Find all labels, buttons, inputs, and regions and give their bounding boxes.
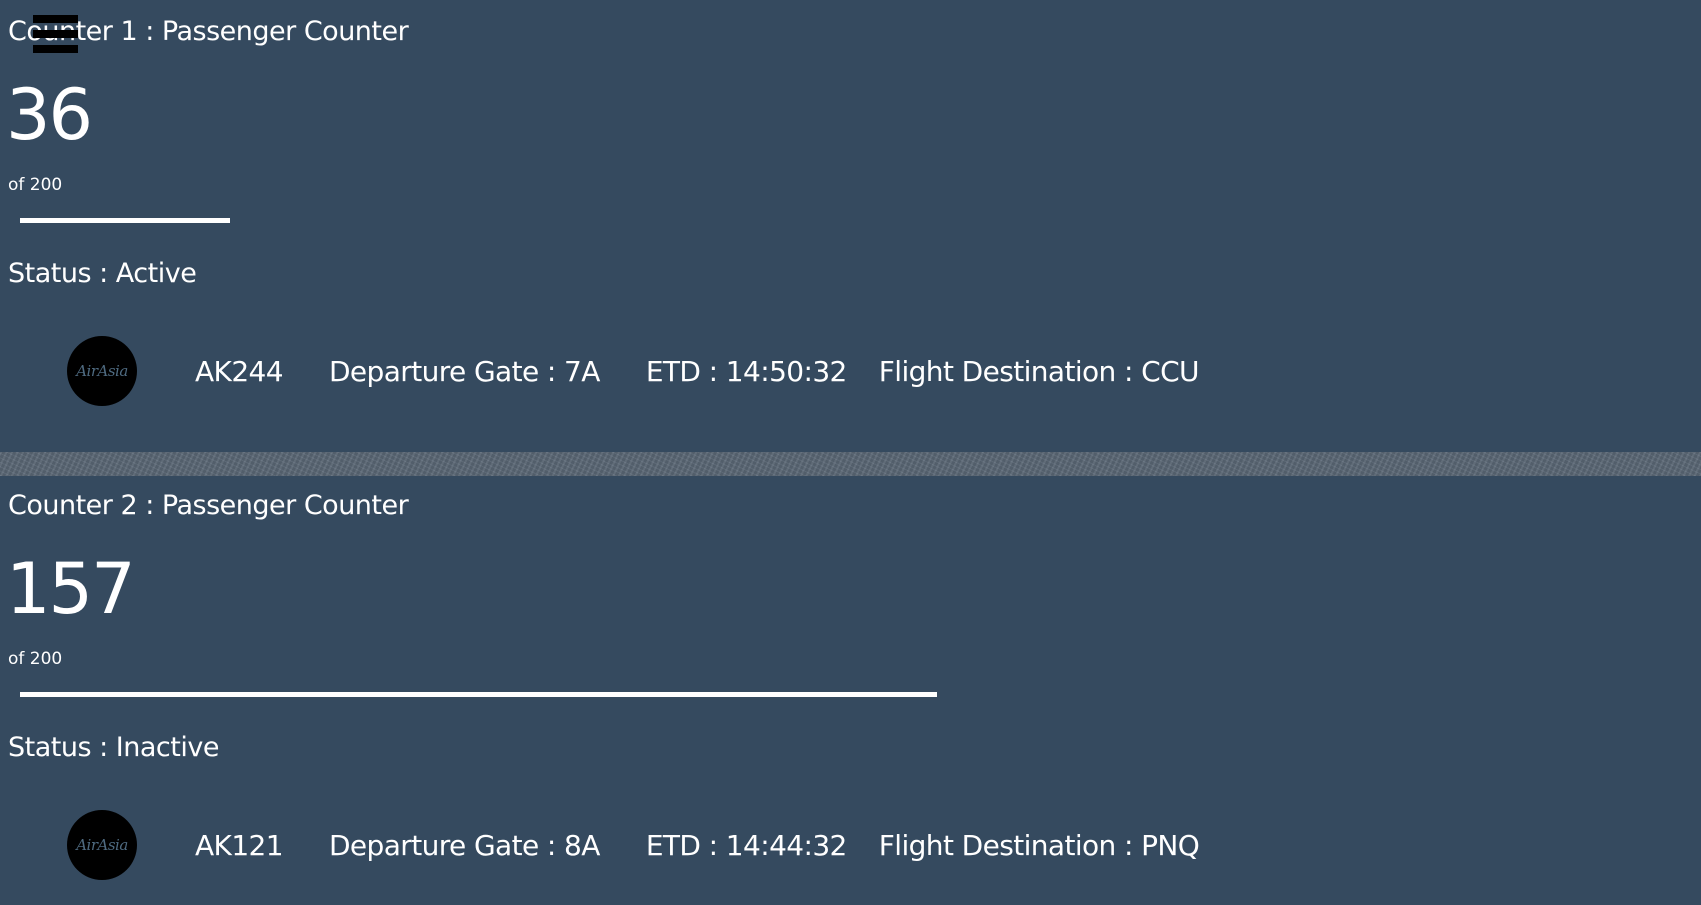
- progress-fill: [20, 218, 231, 223]
- flight-destination: Flight Destination : CCU: [878, 354, 1200, 388]
- airasia-logo: AirAsia: [67, 810, 137, 880]
- etd-time: ETD : 14:50:32: [645, 354, 848, 388]
- menu-bar-middle: [33, 30, 78, 38]
- status-label: Status : Active: [8, 258, 197, 289]
- capacity-label: of 200: [8, 175, 63, 195]
- passenger-progress-bar: [20, 692, 1188, 697]
- menu-bar-bottom: [33, 45, 78, 53]
- etd-time: ETD : 14:44:32: [645, 828, 848, 862]
- progress-fill: [20, 692, 937, 697]
- flight-info-row: AirAsia AK244 Departure Gate : 7A ETD : …: [67, 336, 1200, 406]
- departure-gate: Departure Gate : 7A: [328, 354, 600, 388]
- passenger-progress-bar: [20, 218, 1188, 223]
- departure-gate: Departure Gate : 8A: [328, 828, 600, 862]
- passenger-count: 36: [6, 74, 93, 156]
- panel-divider: [0, 452, 1701, 476]
- airasia-logo: AirAsia: [67, 336, 137, 406]
- menu-bar-top: [33, 15, 78, 23]
- flight-info-row: AirAsia AK121 Departure Gate : 8A ETD : …: [67, 810, 1200, 880]
- passenger-count: 157: [6, 548, 136, 630]
- capacity-label: of 200: [8, 649, 63, 669]
- status-label: Status : Inactive: [8, 732, 219, 763]
- counter-1-panel: Counter 1 : Passenger Counter 36 of 200 …: [0, 0, 1701, 452]
- hamburger-menu-icon[interactable]: [33, 15, 78, 53]
- flight-code: AK244: [195, 354, 284, 388]
- counter-2-panel: Counter 2 : Passenger Counter 157 of 200…: [0, 476, 1701, 905]
- flight-code: AK121: [195, 828, 284, 862]
- counter-title: Counter 2 : Passenger Counter: [8, 490, 409, 521]
- flight-destination: Flight Destination : PNQ: [878, 828, 1200, 862]
